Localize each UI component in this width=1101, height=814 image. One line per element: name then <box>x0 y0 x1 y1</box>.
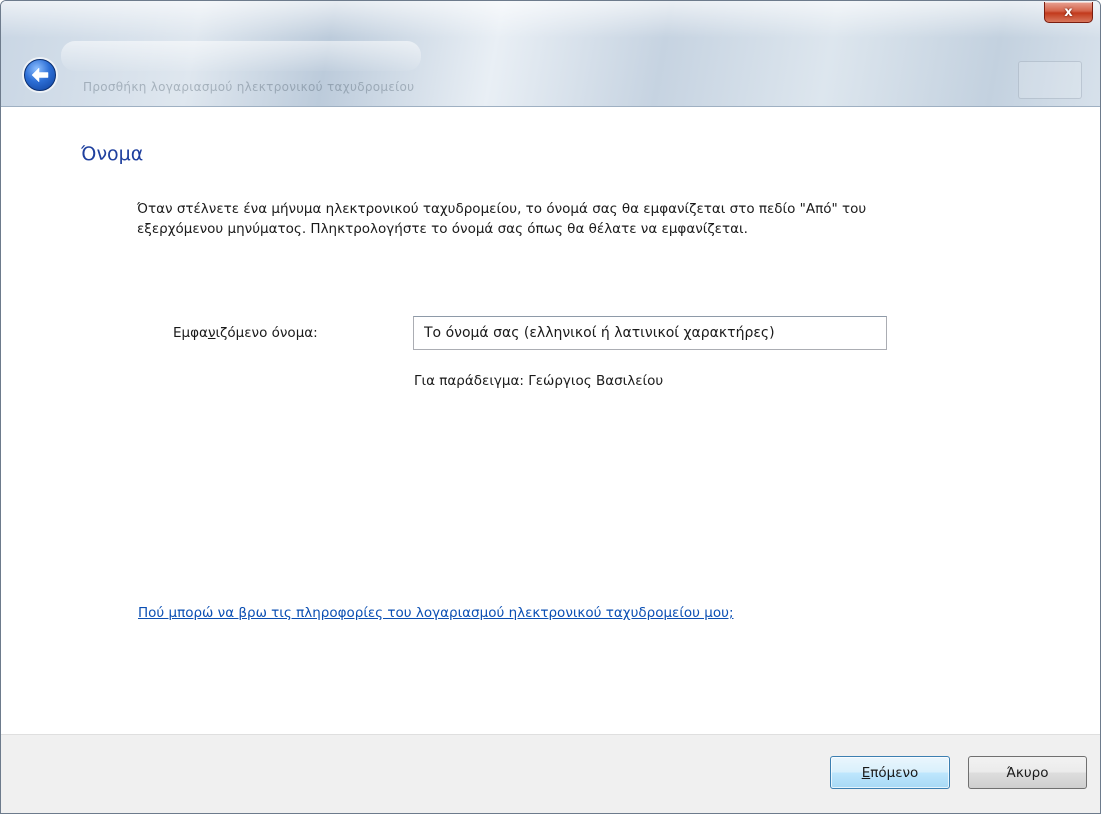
wizard-window: Προσθήκη λογαριασμού ηλεκτρονικού ταχυδρ… <box>0 0 1101 814</box>
page-title: Όνομα <box>81 143 144 165</box>
next-label-rest: πόμενο <box>870 764 919 781</box>
wizard-content: Όνομα Όταν στέλνετε ένα μήνυμα ηλεκτρονι… <box>1 107 1100 737</box>
close-icon: x <box>1064 4 1073 20</box>
display-name-label-pre: Εμφα <box>173 325 208 341</box>
close-button[interactable]: x <box>1044 2 1093 23</box>
display-name-input[interactable] <box>413 316 887 350</box>
title-glare <box>61 41 421 71</box>
account-info-help-link[interactable]: Πού μπορώ να βρω τις πληροφορίες του λογ… <box>138 605 734 621</box>
back-arrow-icon <box>31 67 49 83</box>
window-title: Προσθήκη λογαριασμού ηλεκτρονικού ταχυδρ… <box>83 80 415 94</box>
display-name-example: Για παράδειγμα: Γεώργιος Βασιλείου <box>414 373 664 389</box>
title-bar: Προσθήκη λογαριασμού ηλεκτρονικού ταχυδρ… <box>1 1 1100 107</box>
display-name-label-post: ιζόμενο όνομα: <box>215 325 318 341</box>
cancel-button[interactable]: Άκυρο <box>968 756 1087 789</box>
title-decoration <box>1018 61 1082 99</box>
next-access-key: Ε <box>861 764 871 781</box>
next-button[interactable]: Επόμενο <box>830 756 950 789</box>
back-button[interactable] <box>24 59 56 91</box>
display-name-label: Εμφανιζόμενο όνομα: <box>173 325 318 341</box>
wizard-footer: Επόμενο Άκυρο <box>1 734 1100 813</box>
page-description: Όταν στέλνετε ένα μήνυμα ηλεκτρονικού τα… <box>137 201 867 237</box>
